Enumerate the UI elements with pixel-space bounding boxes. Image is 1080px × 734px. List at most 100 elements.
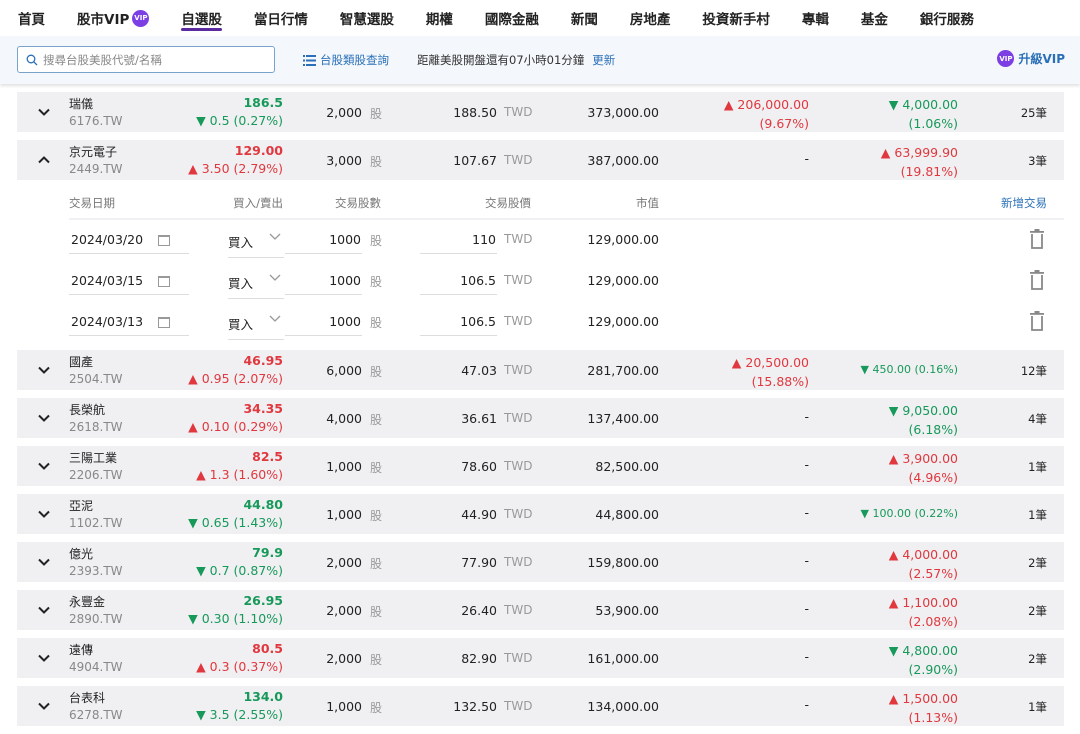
stock-name[interactable]: 三陽工業 [69,449,117,466]
nav-item[interactable]: 自選股 [181,0,222,36]
stock-name[interactable]: 國產 [69,353,93,370]
chevron-down-icon[interactable] [37,603,51,617]
calendar-icon[interactable] [158,317,170,328]
change-value: 0.3 (0.37%) [209,659,283,674]
stock-row[interactable]: 國產 2504.TW 46.95 ▲ 0.95 (2.07%) 6,000 股 … [17,350,1064,390]
trade-row: 2024/03/15 買入 1000 股 106.5 TWD 129,000.0… [17,261,1064,302]
search-icon [26,54,38,65]
stock-row[interactable]: 永豐金 2890.TW 26.95 ▼ 0.30 (1.10%) 2,000 股… [17,590,1064,630]
pl1-percent: (15.88%) [751,374,809,389]
trash-icon[interactable] [1029,270,1045,290]
add-trade-link[interactable]: 新增交易 [1001,195,1047,211]
currency-label: TWD [504,273,533,287]
category-query-link[interactable]: 台股類股查詢 [303,52,389,68]
trade-date-input[interactable]: 2024/03/20 [69,232,189,254]
pl1-empty: - [804,601,809,616]
stock-name[interactable]: 永豐金 [69,593,105,610]
nav-item[interactable]: 當日行情 [254,0,308,36]
pl1-empty: - [804,649,809,664]
nav-item[interactable]: 基金 [861,0,888,36]
change-value: 0.30 (1.10%) [201,611,283,626]
calendar-icon[interactable] [158,276,170,287]
stock-name[interactable]: 瑞儀 [69,95,93,112]
search-box[interactable] [17,46,275,73]
trade-price-input[interactable]: 110 [420,232,497,254]
nav-item[interactable]: 智慧選股 [340,0,394,36]
chevron-down-icon[interactable] [37,411,51,425]
chevron-down-icon[interactable] [37,651,51,665]
trade-shares-input[interactable]: 1000 [285,314,362,336]
header-trade-shares: 交易股數 [335,196,381,210]
search-input[interactable] [43,52,263,67]
chevron-down-icon[interactable] [37,507,51,521]
stock-name[interactable]: 長榮航 [69,401,105,418]
stock-code: 2618.TW [69,420,123,434]
stock-name[interactable]: 亞泥 [69,497,93,514]
calendar-icon[interactable] [158,235,170,246]
trade-price-input[interactable]: 106.5 [420,273,497,295]
pl2-percent: (0.16%) [914,363,958,376]
nav-item[interactable]: 銀行服務 [920,0,974,36]
chevron-down-icon[interactable] [37,699,51,713]
average-cost: 47.03 [461,363,497,378]
chevron-down-icon[interactable] [37,105,51,119]
nav-item[interactable]: 投資新手村 [702,0,770,36]
pl2-amount: 450.00 [872,363,911,376]
nav-item[interactable]: 國際金融 [485,0,539,36]
trade-shares-input[interactable]: 1000 [285,232,362,254]
nav-item-label: 新聞 [570,12,598,28]
trade-shares-input[interactable]: 1000 [285,273,362,295]
stock-row[interactable]: 京元電子 2449.TW 129.00 ▲ 3.50 (2.79%) 3,000… [17,140,1064,180]
trade-row: 2024/03/20 買入 1000 股 110 TWD 129,000.00 [17,220,1064,261]
trade-date-input[interactable]: 2024/03/15 [69,273,189,295]
holding-shares: 1,000 [326,699,362,714]
down-arrow-icon: ▼ [860,363,873,376]
stock-row[interactable]: 三陽工業 2206.TW 82.5 ▲ 1.3 (1.60%) 1,000 股 … [17,446,1064,486]
trash-icon[interactable] [1029,229,1045,249]
shares-unit: 股 [370,557,383,571]
stock-row[interactable]: 台表科 6278.TW 134.0 ▼ 3.5 (2.55%) 1,000 股 … [17,686,1064,726]
stock-price: 82.5 [252,449,283,464]
market-value: 373,000.00 [587,105,659,120]
market-value: 53,900.00 [595,603,659,618]
stock-name[interactable]: 遠傳 [69,641,93,658]
header-market-value: 市值 [636,196,659,210]
trade-price-input[interactable]: 106.5 [420,314,497,336]
trade-count: 4筆 [1028,412,1047,426]
stock-change: ▼ 3.5 (2.55%) [196,707,283,722]
stock-row[interactable]: 遠傳 4904.TW 80.5 ▲ 0.3 (0.37%) 2,000 股 82… [17,638,1064,678]
chevron-down-icon[interactable] [37,459,51,473]
nav-item[interactable]: 新聞 [571,0,598,36]
stock-row[interactable]: 長榮航 2618.TW 34.35 ▲ 0.10 (0.29%) 4,000 股… [17,398,1064,438]
shares-unit: 股 [370,701,383,715]
stock-name[interactable]: 台表科 [69,689,105,706]
stock-row[interactable]: 瑞儀 6176.TW 186.5 ▼ 0.5 (0.27%) 2,000 股 1… [17,92,1064,132]
refresh-link[interactable]: 更新 [592,53,615,67]
trade-date-input[interactable]: 2024/03/13 [69,314,189,336]
stock-row[interactable]: 億光 2393.TW 79.9 ▼ 0.7 (0.87%) 2,000 股 77… [17,542,1064,582]
upgrade-vip-button[interactable]: VIP 升級VIP [997,50,1065,67]
trash-icon[interactable] [1029,311,1045,331]
currency-label: TWD [504,105,533,119]
chevron-down-icon[interactable] [269,272,281,285]
stock-price: 44.80 [243,497,283,512]
nav-item[interactable]: 專輯 [802,0,829,36]
header-buy-sell: 買入/賣出 [233,196,283,210]
nav-item[interactable]: 股市VIP VIP [77,0,150,36]
nav-item[interactable]: 房地產 [630,0,671,36]
pl2-amount: 1,500.00 [902,691,958,706]
stock-name[interactable]: 京元電子 [69,143,117,160]
chevron-up-icon[interactable] [37,153,51,167]
stock-name[interactable]: 億光 [69,545,93,562]
pl1-empty: - [804,151,809,166]
chevron-down-icon[interactable] [37,363,51,377]
nav-item[interactable]: 首頁 [18,0,45,36]
trade-count: 1筆 [1028,508,1047,522]
header-trade-date: 交易日期 [69,196,115,210]
chevron-down-icon[interactable] [269,231,281,244]
nav-item-label: 銀行服務 [919,12,974,28]
chevron-down-icon[interactable] [37,555,51,569]
nav-item[interactable]: 期權 [426,0,453,36]
stock-row[interactable]: 亞泥 1102.TW 44.80 ▼ 0.65 (1.43%) 1,000 股 … [17,494,1064,534]
chevron-down-icon[interactable] [269,313,281,326]
